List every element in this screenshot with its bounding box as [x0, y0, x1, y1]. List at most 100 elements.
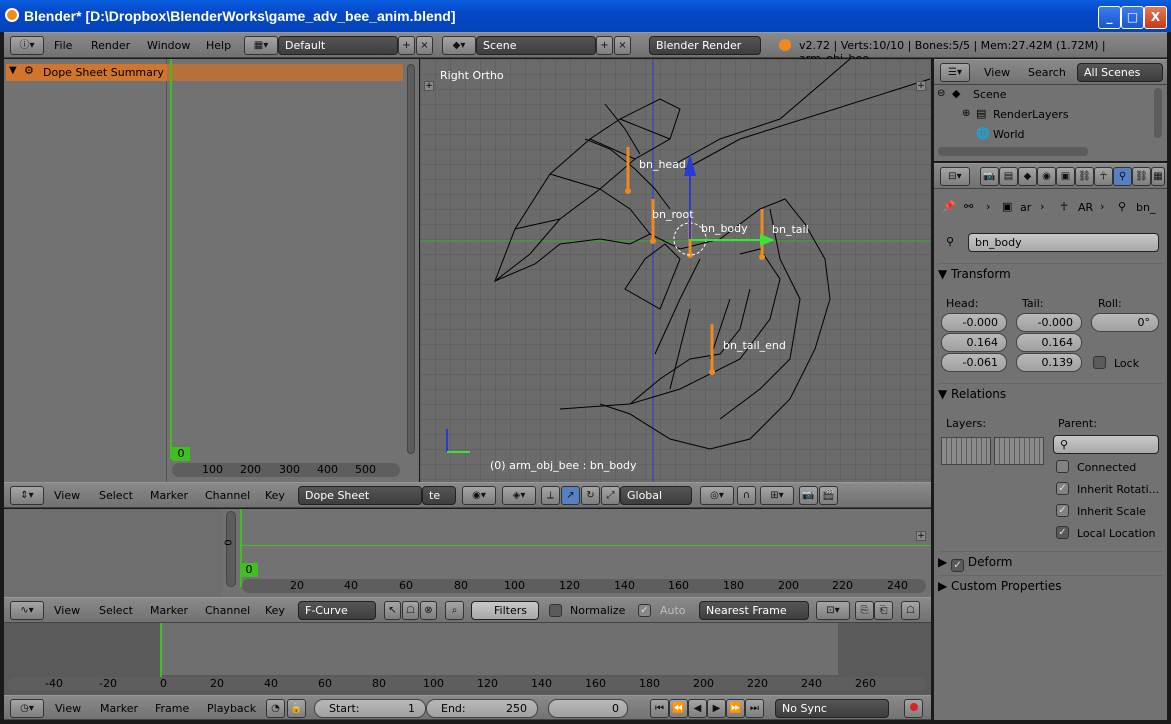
viewport-shading-icon[interactable]: ◉▾ — [462, 486, 496, 505]
sync-mode-select[interactable]: No Sync — [775, 699, 889, 718]
auto-checkbox[interactable]: ✓ — [638, 604, 651, 617]
dopesheet-menu-channel[interactable]: Channel — [205, 489, 250, 502]
lock-checkbox[interactable] — [1093, 356, 1106, 369]
render-still-icon[interactable]: 📷 — [799, 486, 818, 505]
timeline-menu-frame[interactable]: Frame — [155, 702, 189, 715]
timeline-ruler[interactable]: -40 -20 0 20 40 60 80 100 120 140 160 18… — [8, 677, 926, 691]
bone-layers-grid-left[interactable] — [941, 437, 991, 465]
tab-world-icon[interactable]: ◉ — [1037, 167, 1056, 186]
roll-field[interactable]: 0° — [1091, 313, 1159, 332]
bone-name-field[interactable]: bn_body — [968, 233, 1159, 252]
auto-snap-select[interactable]: Nearest Frame — [699, 601, 809, 620]
tail-x-field[interactable]: -0.000 — [1016, 313, 1082, 332]
render-anim-icon[interactable]: 🎬 — [819, 486, 838, 505]
dopesheet-menu-marker[interactable]: Marker — [150, 489, 188, 502]
outliner-menu-view[interactable]: View — [984, 66, 1010, 79]
editor-type-info-icon[interactable]: ⓘ▾ — [10, 36, 44, 55]
connected-checkbox[interactable] — [1056, 460, 1069, 473]
minimize-button[interactable]: _ — [1098, 6, 1121, 29]
expand-scene-icon[interactable]: ⊖ — [937, 88, 945, 99]
snap-toggle-icon[interactable]: ∩ — [737, 486, 756, 505]
outliner-item-world[interactable]: World — [993, 128, 1025, 141]
graph-menu-key[interactable]: Key — [265, 604, 285, 617]
dopesheet-scrollbar[interactable] — [407, 64, 415, 454]
filters-button[interactable]: Filters — [471, 601, 539, 620]
layout-icon[interactable]: ▦▾ — [244, 36, 278, 55]
parent-field[interactable]: ⚲ — [1053, 435, 1159, 454]
viewport-mode-select[interactable]: te — [422, 486, 456, 505]
menu-render[interactable]: Render — [91, 39, 130, 52]
play-icon[interactable]: ▶ — [707, 699, 726, 718]
graph-ruler[interactable]: 20 40 60 80 100 120 140 160 180 200 220 … — [242, 579, 926, 593]
timeline-area[interactable]: -40 -20 0 20 40 60 80 100 120 140 160 18… — [4, 623, 931, 695]
local-location-checkbox[interactable]: ✓ — [1056, 526, 1069, 539]
timeline-menu-marker[interactable]: Marker — [100, 702, 138, 715]
menu-window[interactable]: Window — [147, 39, 190, 52]
outliner-hscroll[interactable] — [938, 147, 1088, 156]
deform-checkbox[interactable]: ✓ — [951, 559, 965, 572]
properties-toggle-icon[interactable]: + — [916, 81, 926, 91]
tail-y-field[interactable]: 0.164 — [1016, 333, 1082, 352]
editor-type-graph-icon[interactable]: ∿▾ — [10, 601, 44, 620]
outliner-item-scene[interactable]: Scene — [973, 88, 1007, 101]
bone-layers-grid-right[interactable] — [994, 437, 1044, 465]
scale-manipulator-icon[interactable]: ⤢ — [601, 486, 620, 505]
menu-file[interactable]: File — [54, 39, 72, 52]
dopesheet-menu-select[interactable]: Select — [99, 489, 133, 502]
tail-z-field[interactable]: 0.139 — [1016, 353, 1082, 372]
pivot-select-icon[interactable]: ⊡▾ — [816, 601, 850, 620]
jump-end-icon[interactable]: ⏭ — [745, 699, 764, 718]
editor-type-timeline-icon[interactable]: ◷▾ — [10, 699, 44, 718]
inherit-scale-checkbox[interactable]: ✓ — [1056, 504, 1069, 517]
jump-start-icon[interactable]: ⏮ — [650, 699, 669, 718]
tab-bone-icon[interactable]: ⚲ — [1113, 167, 1132, 186]
graph-properties-toggle-icon[interactable]: + — [916, 531, 926, 541]
graph-menu-view[interactable]: View — [54, 604, 80, 617]
add-scene-icon[interactable]: + — [596, 36, 613, 55]
relations-panel-header[interactable]: ▼ Relations — [938, 383, 1163, 407]
graph-mode-select[interactable]: F-Curve — [298, 601, 376, 620]
editor-type-properties-icon[interactable]: ⊟▾ — [940, 167, 970, 186]
close-button[interactable]: X — [1144, 6, 1167, 29]
menu-help[interactable]: Help — [206, 39, 231, 52]
tab-data-armature-icon[interactable]: ☥ — [1094, 167, 1113, 186]
expand-arrow-icon[interactable]: ▼ — [9, 65, 17, 76]
ghost-curves-icon[interactable]: ☖ — [901, 601, 920, 620]
dopesheet-summary-channel[interactable]: ▼ ⚙ Dope Sheet Summary — [6, 64, 167, 81]
lock-range-icon[interactable]: 🔒 — [287, 699, 306, 718]
graph-menu-marker[interactable]: Marker — [150, 604, 188, 617]
inherit-rotation-checkbox[interactable]: ✓ — [1056, 482, 1069, 495]
prev-keyframe-icon[interactable]: ⏪ — [669, 699, 688, 718]
tab-bone-constraints-icon[interactable]: ⛓ — [1132, 167, 1151, 186]
expand-renderlayers-icon[interactable]: ⊕ — [962, 108, 970, 119]
tab-constraints-icon[interactable]: ⛓ — [1075, 167, 1094, 186]
outliner-menu-search[interactable]: Search — [1028, 66, 1066, 79]
viewport-3d[interactable]: Right Ortho bn_head bn_root bn_body bn_t… — [420, 59, 931, 482]
tab-texture-icon[interactable]: ▦ — [1151, 167, 1165, 186]
start-frame-field[interactable]: Start: 1 — [314, 699, 426, 718]
deform-panel-header[interactable]: ▶ ✓ Deform — [938, 551, 1163, 575]
timeline-menu-playback[interactable]: Playback — [207, 702, 256, 715]
end-frame-field[interactable]: End: 250 — [426, 699, 538, 718]
head-x-field[interactable]: -0.000 — [941, 313, 1007, 332]
editor-type-dopesheet-icon[interactable]: ⇕▾ — [10, 486, 44, 505]
transform-panel-header[interactable]: ▼ Transform — [938, 263, 1163, 287]
tab-render-icon[interactable]: 📷 — [980, 167, 999, 186]
editor-type-outliner-icon[interactable]: ☰▾ — [940, 63, 970, 82]
paste-keys-icon[interactable]: ⎗ — [874, 601, 893, 620]
head-y-field[interactable]: 0.164 — [941, 333, 1007, 352]
scene-field[interactable]: Scene — [476, 36, 596, 55]
current-frame-field[interactable]: 0 — [548, 699, 628, 718]
play-reverse-icon[interactable]: ◀ — [688, 699, 707, 718]
tab-object-icon[interactable]: ▣ — [1056, 167, 1075, 186]
layout-field[interactable]: Default — [278, 36, 398, 55]
rotate-manipulator-icon[interactable]: ↻ — [581, 486, 600, 505]
show-hidden-icon[interactable]: ☖ — [402, 601, 419, 620]
scene-icon[interactable]: ◆▾ — [442, 36, 476, 55]
dopesheet-menu-view[interactable]: View — [54, 489, 80, 502]
outliner-display-select[interactable]: All Scenes — [1077, 63, 1163, 82]
custom-properties-panel-header[interactable]: ▶ Custom Properties — [938, 575, 1163, 599]
outliner-vscroll[interactable] — [1154, 88, 1162, 138]
head-z-field[interactable]: -0.061 — [941, 353, 1007, 372]
tab-layers-icon[interactable]: ▤ — [999, 167, 1018, 186]
